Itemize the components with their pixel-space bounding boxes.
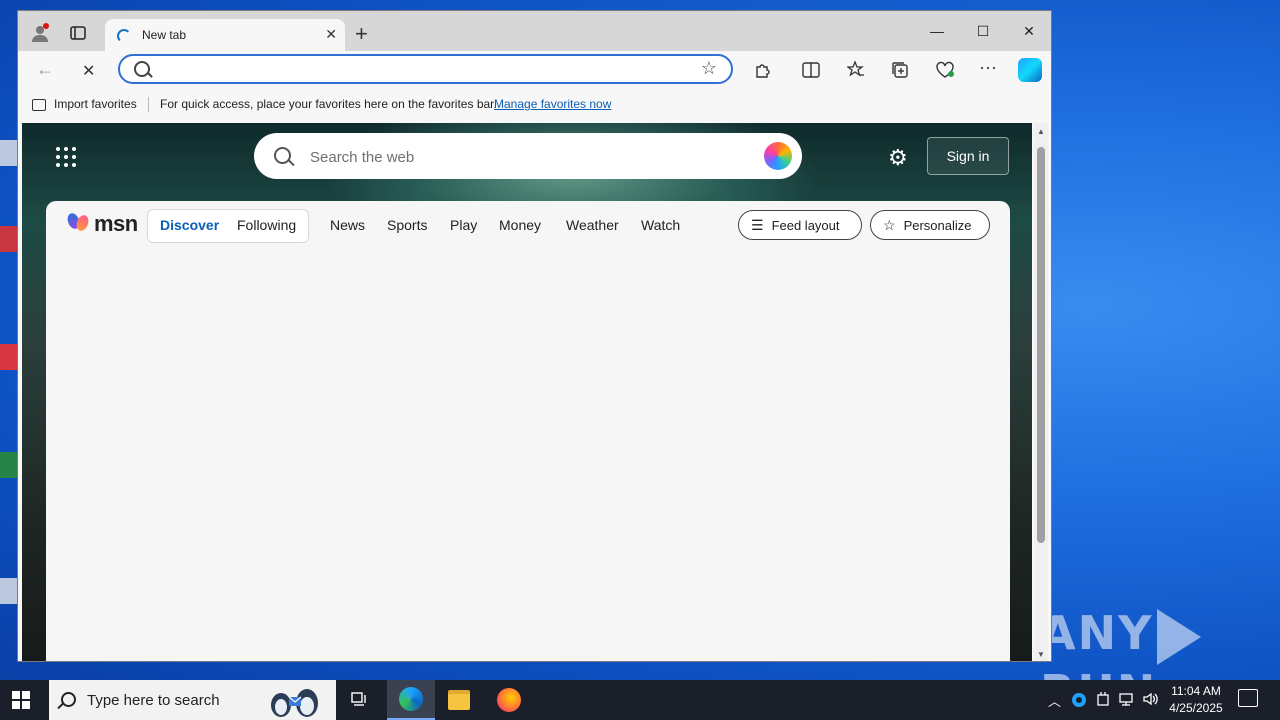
favorites-bar: Import favorites For quick access, place… <box>18 89 1051 121</box>
notification-icon[interactable] <box>1238 689 1258 707</box>
profile-icon[interactable] <box>26 19 54 47</box>
tab-new-tab[interactable]: New tab ✕ <box>105 19 345 51</box>
nav-weather[interactable]: Weather <box>566 217 619 233</box>
copilot-icon[interactable] <box>764 142 792 170</box>
page-scrollbar[interactable]: ▲ ▼ <box>1034 123 1048 661</box>
tab-title: New tab <box>142 28 187 42</box>
play-logo-icon <box>1157 608 1202 665</box>
address-bar[interactable]: ☆ <box>118 54 733 84</box>
maximize-button[interactable]: ☐ <box>960 17 1006 45</box>
desktop-icon[interactable] <box>0 578 18 604</box>
web-search-input[interactable] <box>308 145 732 169</box>
device-icon[interactable] <box>1096 691 1110 710</box>
new-tab-button[interactable]: + <box>355 23 368 45</box>
feed-layout-button[interactable]: ☰ Feed layout <box>738 210 862 240</box>
penguins-illustration-icon <box>271 689 318 717</box>
collections-icon[interactable] <box>891 61 909 84</box>
close-window-button[interactable]: ✕ <box>1006 17 1051 45</box>
taskbar: Type here to search ︿ 11:04 AM 4/25/2025 <box>0 680 1280 720</box>
edge-taskbar-icon[interactable] <box>387 680 435 720</box>
browser-window: New tab ✕ + — ☐ ✕ ← ✕ ☆ ··· Import favor… <box>18 11 1051 661</box>
search-icon <box>134 61 150 77</box>
sparkle-star-icon: ☆ <box>883 216 896 233</box>
favorites-icon[interactable] <box>846 60 865 84</box>
windows-start-icon[interactable] <box>12 691 30 709</box>
nav-news[interactable]: News <box>330 217 365 233</box>
scroll-down-icon[interactable]: ▼ <box>1037 650 1045 659</box>
split-screen-icon[interactable] <box>802 61 820 84</box>
nav-play[interactable]: Play <box>450 217 477 233</box>
butterfly-logo-icon <box>68 213 90 235</box>
web-search-box <box>254 133 802 179</box>
msn-page: ⚙ Sign in msn Discover Following News Sp… <box>22 123 1032 661</box>
scrollbar-thumb[interactable] <box>1037 147 1045 543</box>
star-icon[interactable]: ☆ <box>701 58 717 79</box>
desktop-icon[interactable] <box>0 452 18 478</box>
sign-in-button[interactable]: Sign in <box>927 137 1009 175</box>
desktop-icon[interactable] <box>0 344 18 370</box>
feed-toggle: Discover Following <box>147 209 309 243</box>
toolbar: ← ✕ ☆ ··· <box>18 51 1051 89</box>
file-explorer-icon[interactable] <box>435 680 483 720</box>
search-icon <box>61 692 76 707</box>
chevron-up-icon[interactable]: ︿ <box>1048 691 1061 710</box>
personalize-button[interactable]: ☆ Personalize <box>870 210 990 240</box>
close-tab-icon[interactable]: ✕ <box>325 26 337 43</box>
desktop-icon[interactable] <box>0 140 18 166</box>
tab-following[interactable]: Following <box>237 217 296 233</box>
heartbeat-icon[interactable] <box>935 61 955 84</box>
sliders-icon: ☰ <box>751 216 764 233</box>
back-arrow-icon[interactable]: ← <box>36 59 54 80</box>
favorites-bar-message: For quick access, place your favorites h… <box>160 97 497 111</box>
import-icon <box>32 98 46 111</box>
import-favorites-button[interactable]: Import favorites <box>32 97 137 111</box>
app-launcher-icon[interactable] <box>56 147 76 167</box>
manage-favorites-link[interactable]: Manage favorites now <box>494 97 611 111</box>
tab-actions-icon[interactable] <box>64 19 92 47</box>
loading-spinner-icon <box>117 29 131 43</box>
task-view-icon[interactable] <box>336 680 384 720</box>
stop-loading-icon[interactable]: ✕ <box>82 61 95 81</box>
minimize-button[interactable]: — <box>914 17 960 45</box>
scroll-up-icon[interactable]: ▲ <box>1037 127 1045 136</box>
clock-time: 11:04 AM <box>1171 684 1221 698</box>
nav-money[interactable]: Money <box>499 217 541 233</box>
msn-logo[interactable]: msn <box>68 211 138 237</box>
ellipsis-icon[interactable]: ··· <box>979 57 997 78</box>
clock-date: 4/25/2025 <box>1169 701 1223 715</box>
search-icon <box>274 147 291 164</box>
defender-icon[interactable] <box>1071 692 1087 711</box>
taskbar-search[interactable]: Type here to search <box>49 680 336 720</box>
nav-sports[interactable]: Sports <box>387 217 427 233</box>
gear-icon[interactable]: ⚙ <box>888 145 908 171</box>
desktop-icon[interactable] <box>0 226 18 252</box>
divider <box>148 97 149 112</box>
feed-panel: msn Discover Following News Sports Play … <box>46 201 1010 661</box>
title-bar: New tab ✕ + — ☐ ✕ <box>18 11 1051 51</box>
nav-watch[interactable]: Watch <box>641 217 680 233</box>
firefox-icon[interactable] <box>485 680 533 720</box>
volume-icon[interactable] <box>1142 691 1160 710</box>
system-clock[interactable]: 11:04 AM 4/25/2025 <box>1160 683 1232 717</box>
network-icon[interactable] <box>1119 691 1135 710</box>
copilot-icon[interactable] <box>1018 58 1042 82</box>
tab-discover[interactable]: Discover <box>160 217 219 233</box>
puzzle-icon[interactable] <box>754 61 772 84</box>
